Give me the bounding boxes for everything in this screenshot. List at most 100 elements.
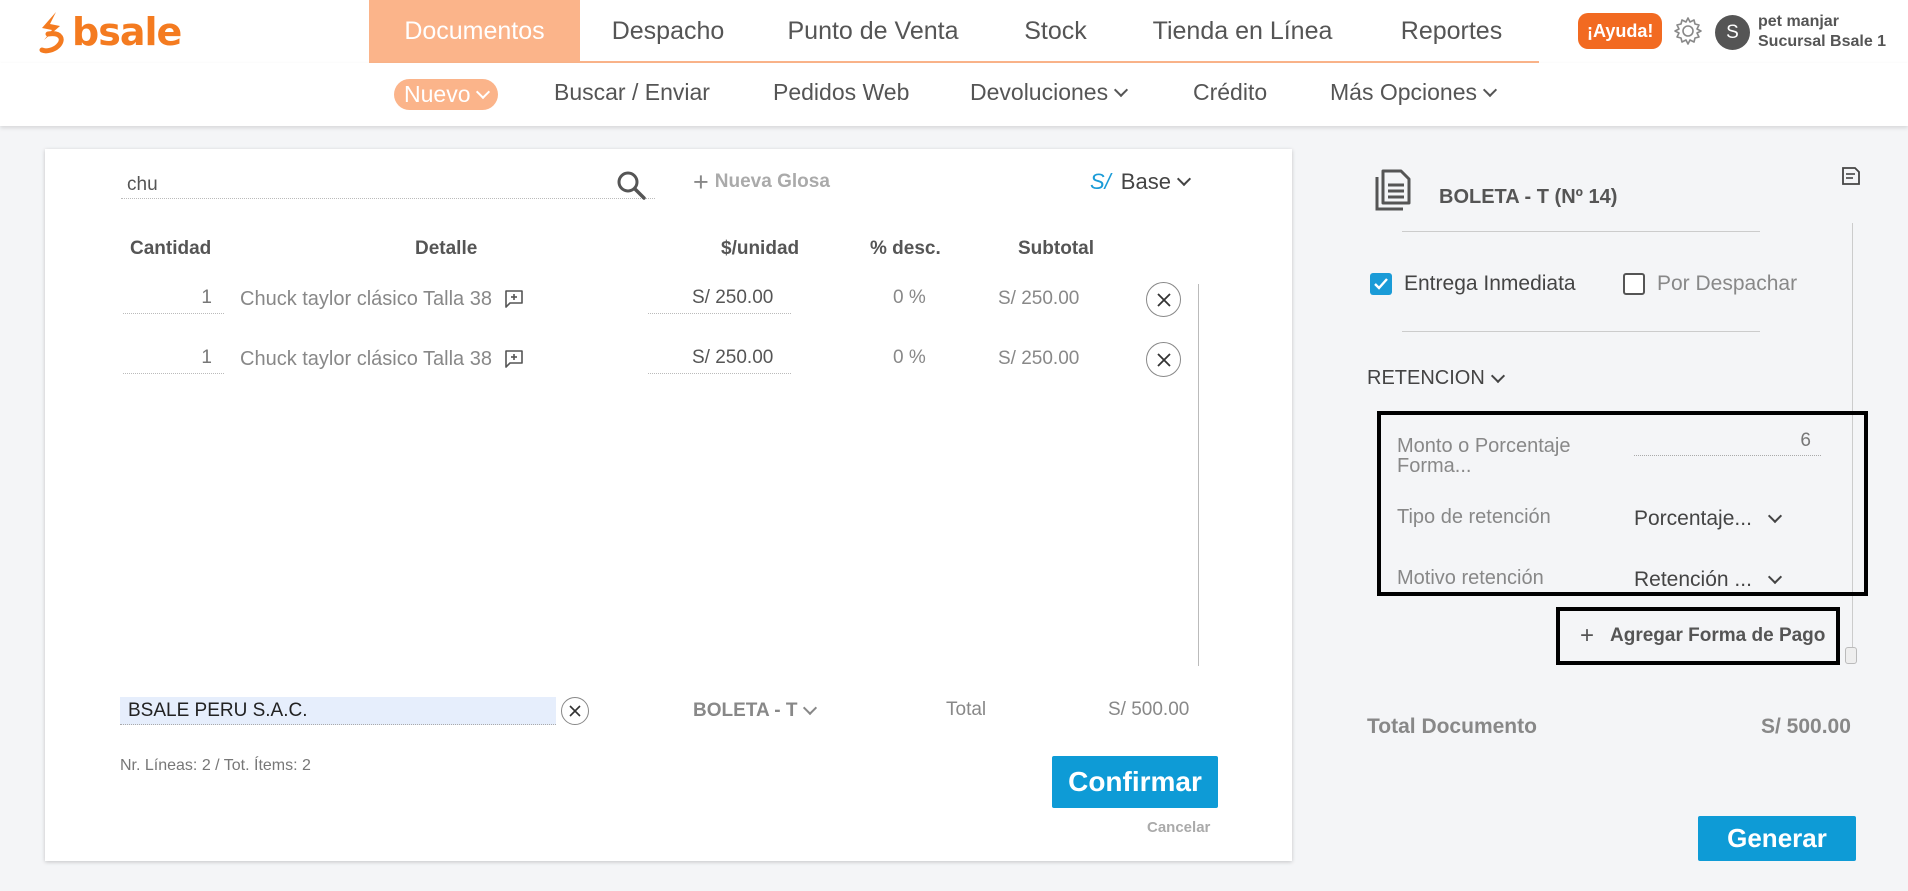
add-comment-icon[interactable] (504, 349, 524, 369)
document-editor-card: chu + Nueva Glosa S/ Base Cantidad Detal… (45, 149, 1292, 861)
brand-name: bsale (72, 10, 182, 54)
nav-despacho[interactable]: Despacho (580, 0, 756, 63)
plus-icon: + (1580, 622, 1595, 649)
entrega-inmediata-checkbox[interactable]: Entrega Inmediata (1370, 272, 1576, 296)
motivo-retencion-label: Motivo retención (1397, 567, 1544, 589)
subtotal-value: S/ 250.00 (998, 288, 1080, 309)
table-row: 1 Chuck taylor clásico Talla 38 S/ 250.0… (45, 342, 1292, 384)
document-title: BOLETA - T (Nº 14) (1439, 186, 1618, 208)
subnav-devoluciones[interactable]: Devoluciones (970, 79, 1129, 106)
monto-input[interactable]: 6 (1634, 430, 1821, 456)
unit-price-input[interactable]: S/ 250.00 (648, 344, 791, 374)
subnav-buscar-enviar-label: Buscar / Enviar (554, 79, 710, 105)
entrega-inmediata-label: Entrega Inmediata (1404, 272, 1576, 295)
total-document-value: S/ 500.00 (1761, 715, 1851, 738)
chevron-down-icon (1767, 569, 1782, 585)
price-list-selector[interactable]: S/ Base (1090, 169, 1192, 195)
tipo-retencion-label: Tipo de retención (1397, 506, 1551, 528)
subnav-credito-label: Crédito (1193, 79, 1268, 105)
document-type-label: BOLETA - T (693, 700, 798, 721)
generate-button[interactable]: Generar (1698, 816, 1856, 861)
subnav-mas-opciones[interactable]: Más Opciones (1330, 79, 1498, 106)
table-row: 1 Chuck taylor clásico Talla 38 S/ 250.0… (45, 282, 1292, 324)
subnav-devoluciones-label: Devoluciones (970, 79, 1109, 105)
panel-scrollbar-thumb[interactable] (1845, 647, 1857, 664)
divider (1402, 231, 1760, 232)
subnav-buscar-enviar[interactable]: Buscar / Enviar (554, 79, 710, 106)
user-info[interactable]: pet manjar Sucursal Bsale 1 (1758, 12, 1886, 52)
column-header-unit-price: $/unidad (721, 238, 800, 259)
checkbox-checked-icon (1370, 273, 1392, 295)
nav-reportes[interactable]: Reportes (1364, 0, 1539, 63)
subnav-pedidos-web[interactable]: Pedidos Web (773, 79, 909, 106)
lines-summary: Nr. Líneas: 2 / Tot. Ítems: 2 (120, 757, 311, 774)
add-payment-label: Agregar Forma de Pago (1610, 625, 1826, 646)
por-despachar-checkbox[interactable]: Por Despachar (1623, 272, 1797, 296)
retencion-toggle[interactable]: RETENCION (1367, 367, 1505, 390)
checkbox-unchecked-icon (1623, 273, 1645, 295)
nav-punto-de-venta[interactable]: Punto de Venta (756, 0, 990, 63)
document-type-selector[interactable]: BOLETA - T (693, 700, 818, 722)
chevron-down-icon (1114, 82, 1129, 97)
nav-documentos[interactable]: Documentos (369, 0, 580, 63)
search-icon[interactable] (615, 169, 647, 201)
main-nav: Documentos Despacho Punto de Venta Stock… (369, 0, 1539, 63)
subnav-nuevo[interactable]: Nuevo (394, 79, 499, 110)
document-icon (1375, 169, 1411, 211)
clear-client-button[interactable] (561, 697, 589, 725)
currency-symbol: S/ (1090, 169, 1111, 194)
discount-value[interactable]: 0 % (893, 284, 926, 312)
column-header-subtotal: Subtotal (1018, 238, 1094, 259)
motivo-retencion-value: Retención ... (1634, 568, 1752, 591)
discount-value[interactable]: 0 % (893, 344, 926, 372)
chevron-down-icon (1490, 368, 1505, 383)
column-header-detalle: Detalle (415, 238, 478, 259)
quantity-input[interactable]: 1 (123, 344, 224, 374)
close-icon (1156, 292, 1171, 307)
confirm-button[interactable]: Confirmar (1052, 756, 1218, 808)
top-bar: bsale Documentos Despacho Punto de Venta… (0, 0, 1908, 63)
subnav-mas-opciones-label: Más Opciones (1330, 79, 1478, 105)
user-name: pet manjar (1758, 13, 1839, 30)
branch-name: Sucursal Bsale 1 (1758, 33, 1887, 50)
help-button[interactable]: ¡Ayuda! (1578, 13, 1663, 49)
subtotal-value: S/ 250.00 (998, 348, 1080, 369)
nav-stock[interactable]: Stock (990, 0, 1121, 63)
add-comment-icon[interactable] (504, 289, 524, 309)
gear-icon[interactable] (1672, 15, 1704, 47)
nav-tienda-en-linea[interactable]: Tienda en Línea (1121, 0, 1364, 63)
total-label: Total (946, 699, 987, 720)
cancel-link[interactable]: Cancelar (1147, 819, 1210, 836)
chevron-down-icon (1767, 508, 1782, 524)
tipo-retencion-select[interactable]: Porcentaje... (1634, 507, 1782, 531)
close-icon (569, 705, 581, 717)
subnav-pedidos-web-label: Pedidos Web (773, 79, 910, 105)
column-header-discount: % desc. (870, 238, 941, 259)
plus-icon: + (693, 167, 709, 197)
chevron-down-icon (803, 700, 818, 716)
remove-row-button[interactable] (1146, 282, 1181, 317)
client-input[interactable]: BSALE PERU S.A.C. (120, 697, 556, 725)
edit-note-icon[interactable] (1841, 166, 1861, 186)
item-detail: Chuck taylor clásico Talla 38 (240, 344, 524, 374)
add-payment-method-button[interactable]: + Agregar Forma de Pago (1556, 607, 1840, 665)
sub-nav-bar: Nuevo Buscar / Enviar Pedidos Web Devolu… (0, 63, 1908, 126)
column-header-cantidad: Cantidad (130, 238, 212, 259)
unit-price-input[interactable]: S/ 250.00 (648, 284, 791, 314)
item-detail: Chuck taylor clásico Talla 38 (240, 284, 524, 314)
bsale-logo[interactable]: bsale (38, 10, 182, 54)
subnav-nuevo-label: Nuevo (404, 81, 471, 107)
bsale-logo-icon (39, 12, 64, 54)
table-scrollbar-track (1198, 284, 1199, 666)
quantity-input[interactable]: 1 (123, 284, 224, 314)
chevron-down-icon (476, 84, 491, 99)
motivo-retencion-select[interactable]: Retención ... (1634, 568, 1782, 592)
total-value: S/ 500.00 (1108, 699, 1190, 720)
divider (1402, 331, 1760, 332)
avatar[interactable]: S (1715, 15, 1750, 50)
nueva-glosa-label: Nueva Glosa (714, 171, 830, 192)
nueva-glosa-button[interactable]: + Nueva Glosa (693, 167, 830, 197)
subnav-credito[interactable]: Crédito (1193, 79, 1267, 106)
remove-row-button[interactable] (1146, 342, 1181, 377)
product-search-input[interactable]: chu (121, 171, 655, 199)
